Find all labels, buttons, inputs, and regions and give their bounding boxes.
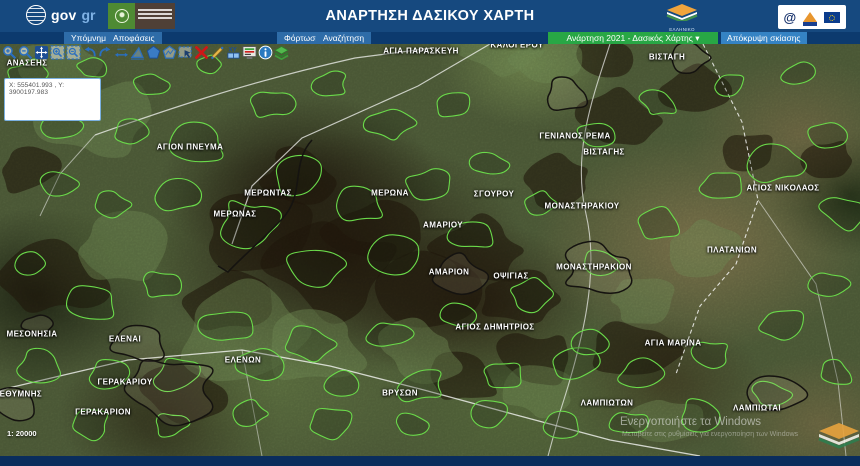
tool-show-coordinates-xy-icon[interactable]: XY [226, 45, 241, 60]
map-label: ΜΟΝΑΣΤΗΡΑΚΙΟΝ [556, 263, 632, 272]
map-label: ΑΓΙΑ ΠΑΡΑΣΚΕΥΗ [383, 47, 459, 56]
map-label: ΚΑΛΟΓΕΡΟΥ [490, 44, 543, 50]
map-canvas[interactable]: ΑΝΑΣΕΗΣΚΑΛΟΓΕΡΟΥΑΓΙΑ ΠΑΡΑΣΚΕΥΗΒΙΣΤΑΓΗΓΕΝ… [0, 44, 860, 456]
map-label: ΒΡΥΣΩΝ [382, 389, 418, 398]
map-label: ΡΕΘΥΜΝΗΣ [0, 390, 42, 399]
eu-flag-icon [824, 12, 840, 23]
map-label: ΓΕΡΑΚΑΡΙΟΥ [97, 378, 152, 387]
map-label: ΕΛΕΝΑΙ [109, 335, 141, 344]
map-label: ΑΓΙΟΣ ΝΙΚΟΛΑΟΣ [747, 184, 820, 193]
tool-draw-polygon-icon[interactable] [146, 45, 161, 60]
map-label: ΜΕΡΩΝΤΑΣ [244, 189, 292, 198]
tool-zoom-window-out-icon[interactable] [66, 45, 81, 60]
tool-zoom-in-icon[interactable] [2, 45, 17, 60]
partner-logos: @ [778, 5, 846, 29]
ktimatologio-diamond-icon [665, 4, 699, 21]
tool-zoom-out-icon[interactable] [18, 45, 33, 60]
map-label: ΣΓΟΥΡΟΥ [474, 190, 514, 199]
tool-layers-icon[interactable] [274, 45, 289, 60]
tool-select-by-polygon-icon[interactable] [162, 45, 177, 60]
tool-zoom-window-in-icon[interactable] [50, 45, 65, 60]
map-label: ΑΓΙΑ ΜΑΡΙΝΑ [645, 339, 702, 348]
tool-previous-extent-icon[interactable] [82, 45, 97, 60]
tool-draw-line-icon[interactable] [210, 45, 225, 60]
map-label: ΜΕΡΩΝΑΣ [214, 210, 257, 219]
svg-text:XY: XY [228, 47, 237, 54]
map-label: ΟΨΙΓΙΑΣ [493, 272, 528, 281]
tool-select-rectangle-icon[interactable] [178, 45, 193, 60]
map-label: ΑΓΙΟΝ ΠΝΕΥΜΑ [157, 143, 224, 152]
tool-measure-area-icon[interactable] [130, 45, 145, 60]
map-label: ΠΛΑΤΑΝΙΩΝ [707, 246, 757, 255]
house-logo-icon [803, 12, 817, 22]
map-label: ΓΕΝΙΑΝΟΣ ΡΕΜΑ [539, 132, 610, 141]
map-label: ΜΕΡΩΝΑ [371, 189, 409, 198]
at-logo-icon: @ [784, 11, 797, 24]
tool-next-extent-icon[interactable] [98, 45, 113, 60]
map-label: ΛΑΜΠΙΩΤΑΙ [733, 404, 781, 413]
map-label: ΑΓΙΟΣ ΔΗΜΗΤΡΙΟΣ [455, 323, 534, 332]
map-label: ΜΟΝΑΣΤΗΡΑΚΙΟΥ [545, 202, 620, 211]
tool-clear-graphics-icon[interactable] [194, 45, 209, 60]
coordinates-box: X: 555401.993 , Y: 3900197.983 [4, 78, 101, 121]
page-title: ΑΝΑΡΤΗΣΗ ΔΑΣΙΚΟΥ ΧΑΡΤΗ [0, 8, 860, 24]
chevron-down-icon: ▾ [695, 33, 699, 43]
footer-bar [0, 456, 860, 466]
tool-measure-distance-icon[interactable] [114, 45, 129, 60]
tool-pan-icon[interactable] [34, 45, 49, 60]
map-label: ΓΕΡΑΚΑΡΙΟΝ [75, 408, 131, 417]
map-toolbar: XY [2, 45, 289, 60]
map-label: ΛΑΜΠΙΩΤΩΝ [581, 399, 634, 408]
tool-legend-panel-icon[interactable] [242, 45, 257, 60]
windows-activation-watermark: Ενεργοποιήστε τα Windows [620, 416, 761, 428]
map-label: ΑΜΑΡΙΟΝ [429, 268, 470, 277]
map-label: ΒΙΣΤΑΓΗ [649, 53, 685, 62]
map-label: ΒΙΣΤΑΓΗΣ [583, 148, 624, 157]
ktimatologio-watermark-icon [816, 422, 860, 450]
map-label: ΜΕΣΟΝΗΣΙΑ [7, 330, 58, 339]
forest-map-app: govgr ΑΝΑΡΤΗΣΗ ΔΑΣΙΚΟΥ ΧΑΡΤΗ ΕΛΛΗΝΙΚΟ ΚΤ… [0, 0, 860, 466]
coordinates-readout: X: 555401.993 , Y: 3900197.983 [9, 82, 96, 96]
scale-indicator: 1: 20000 [7, 429, 37, 438]
tool-identify-info-icon[interactable] [258, 45, 273, 60]
map-label: ΕΛΕΝΩΝ [225, 356, 261, 365]
map-label: ΑΜΑΡΙΟΥ [423, 221, 463, 230]
app-header: govgr ΑΝΑΡΤΗΣΗ ΔΑΣΙΚΟΥ ΧΑΡΤΗ ΕΛΛΗΝΙΚΟ ΚΤ… [0, 0, 860, 32]
windows-activation-watermark-sub: Μεταβείτε στις ρυθμίσεις για ενεργοποίησ… [622, 431, 798, 438]
